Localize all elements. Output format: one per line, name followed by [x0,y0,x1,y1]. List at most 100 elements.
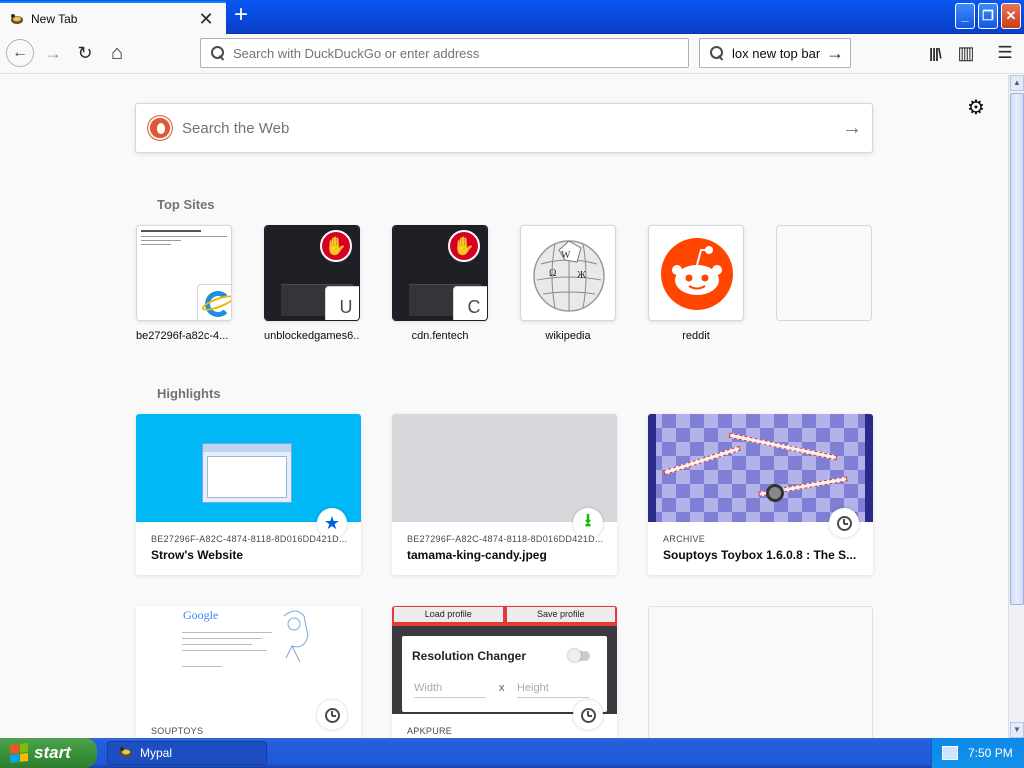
search-icon [710,46,724,60]
taskbar-mypal-label: Mypal [140,746,173,760]
library-button[interactable]: |||\ [920,38,950,68]
back-button[interactable]: ← [5,38,35,68]
reload-button[interactable]: ↻ [70,38,100,68]
start-button[interactable]: start [0,738,97,768]
new-tab-button[interactable]: + [229,3,253,28]
highlight-source: APKPURE [407,726,453,736]
scroll-down-arrow-icon[interactable]: ▼ [1010,722,1024,738]
new-tab-page: ⚙ → Top Sites be27296f-a82c-4... ✋ U un [0,75,1008,738]
height-placeholder: Height [517,682,549,694]
resolution-changer-label: Resolution Changer [412,649,527,663]
highlight-preview-image [136,414,361,522]
svg-text:Ж: Ж [577,270,586,281]
search-bar[interactable]: lox new top bar → [699,38,851,68]
highlight-card[interactable]: ★ BE27296F-A82C-4874-8118-8D016DD421D...… [136,414,361,575]
highlight-card[interactable]: Load profile Save profile Resolution Cha… [392,606,617,738]
top-site-label: be27296f-a82c-4... [136,330,229,342]
close-window-button[interactable]: ✕ [1001,3,1021,29]
duckduckgo-logo-icon [148,116,172,140]
windows-flag-icon [10,743,28,763]
highlight-empty-slot [648,606,873,738]
save-profile-label: Save profile [506,607,615,622]
menu-button[interactable]: ☰ [990,38,1020,68]
google-logo-text: Google [183,608,219,622]
network-monitor-icon[interactable] [942,746,958,760]
top-sites-heading: Top Sites [157,197,215,212]
highlight-title: Strow's Website [151,548,243,562]
system-tray: 7:50 PM [931,738,1024,768]
top-site-tile[interactable]: W Ω Ж wikipedia [520,225,616,342]
stop-hand-icon: ✋ [320,230,352,262]
sidebar-button[interactable]: ▥ [951,38,981,68]
mypal-favicon-icon [9,11,25,27]
tab-title: New Tab [31,11,78,26]
width-placeholder: Width [414,682,443,694]
internet-explorer-icon [197,284,231,320]
times-sign: x [499,682,505,694]
forward-button[interactable]: → [38,38,68,68]
tab-close-icon[interactable]: ✕ [196,9,216,29]
highlight-card[interactable]: ARCHIVE Souptoys Toybox 1.6.0.8 : The S.… [648,414,873,575]
top-site-thumbnail: W Ω Ж [520,225,616,321]
url-input[interactable] [233,45,673,61]
taskbar-mypal-button[interactable]: Mypal [107,741,267,765]
highlight-source: BE27296F-A82C-4874-8118-8D016DD421D... [151,534,348,544]
search-input[interactable]: lox new top bar [732,46,820,61]
svg-text:W: W [561,250,571,261]
top-site-placeholder [776,225,872,321]
page-scrollbar[interactable]: ▲ ▼ [1008,75,1024,738]
highlight-preview-image: Load profile Save profile Resolution Cha… [392,606,617,714]
web-search-go-icon[interactable]: → [832,117,872,140]
highlight-preview-image [392,414,617,522]
highlight-source: SOUPTOYS [151,726,204,736]
highlights-heading: Highlights [157,386,221,401]
search-go-arrow-icon[interactable]: → [826,43,844,64]
navigation-toolbar: ← → ↻ ⌂ lox new top bar → |||\ ▥ ☰ [0,34,1024,74]
clock-time: 7:50 PM [968,746,1013,760]
highlight-title: Souptoys Toybox 1.6.0.8 : The S... [663,548,857,562]
minimize-button[interactable]: _ [955,3,975,29]
stop-hand-icon: ✋ [448,230,480,262]
top-site-thumbnail [136,225,232,321]
tab-bar: New Tab ✕ + _ ❐ ✕ [0,0,1024,34]
top-site-tile[interactable]: ✋ U unblockedgames6... [264,225,360,342]
top-site-label: wikipedia [545,330,591,342]
top-site-empty-slot[interactable] [776,225,872,330]
highlight-title: tamama-king-candy.jpeg [407,548,547,562]
mypal-favicon-icon [118,744,134,763]
tab-new-tab[interactable]: New Tab ✕ [0,1,226,34]
scroll-thumb[interactable] [1010,93,1024,605]
top-site-tile[interactable]: reddit [648,225,744,342]
highlight-source: ARCHIVE [663,534,706,544]
site-letter-badge: C [453,286,487,320]
reddit-logo-icon [661,238,733,310]
top-site-tile[interactable]: be27296f-a82c-4... [136,225,232,342]
highlight-preview-image: Google [136,606,361,714]
windows-taskbar: start Mypal 7:50 PM [0,738,1024,768]
start-label: start [34,743,71,762]
wikipedia-globe-icon: W Ω Ж [533,240,605,312]
url-bar[interactable] [200,38,689,68]
top-site-label: cdn.fentech [411,330,469,342]
settings-gear-icon[interactable]: ⚙ [967,95,985,120]
web-search-box[interactable]: → [135,103,873,153]
top-site-label: unblockedgames6... [264,330,360,342]
maximize-button[interactable]: ❐ [978,3,998,29]
top-site-thumbnail: ✋ U [264,225,360,321]
highlight-card[interactable]: ⭳ BE27296F-A82C-4874-8118-8D016DD421D...… [392,414,617,575]
top-site-thumbnail [648,225,744,321]
home-button[interactable]: ⌂ [102,38,132,68]
svg-text:Ω: Ω [549,268,556,279]
site-letter-badge: U [325,286,359,320]
search-icon [211,46,225,60]
highlight-card[interactable]: Google SOUPTOYS [136,606,361,738]
back-arrow-icon: ← [6,39,34,67]
highlight-source: BE27296F-A82C-4874-8118-8D016DD421D... [407,534,604,544]
scroll-up-arrow-icon[interactable]: ▲ [1010,75,1024,91]
top-site-label: reddit [682,330,710,342]
web-search-input[interactable] [182,119,832,137]
top-site-tile[interactable]: ✋ C cdn.fentech [392,225,488,342]
load-profile-label: Load profile [394,607,503,622]
highlight-preview-image [648,414,873,522]
top-site-thumbnail: ✋ C [392,225,488,321]
